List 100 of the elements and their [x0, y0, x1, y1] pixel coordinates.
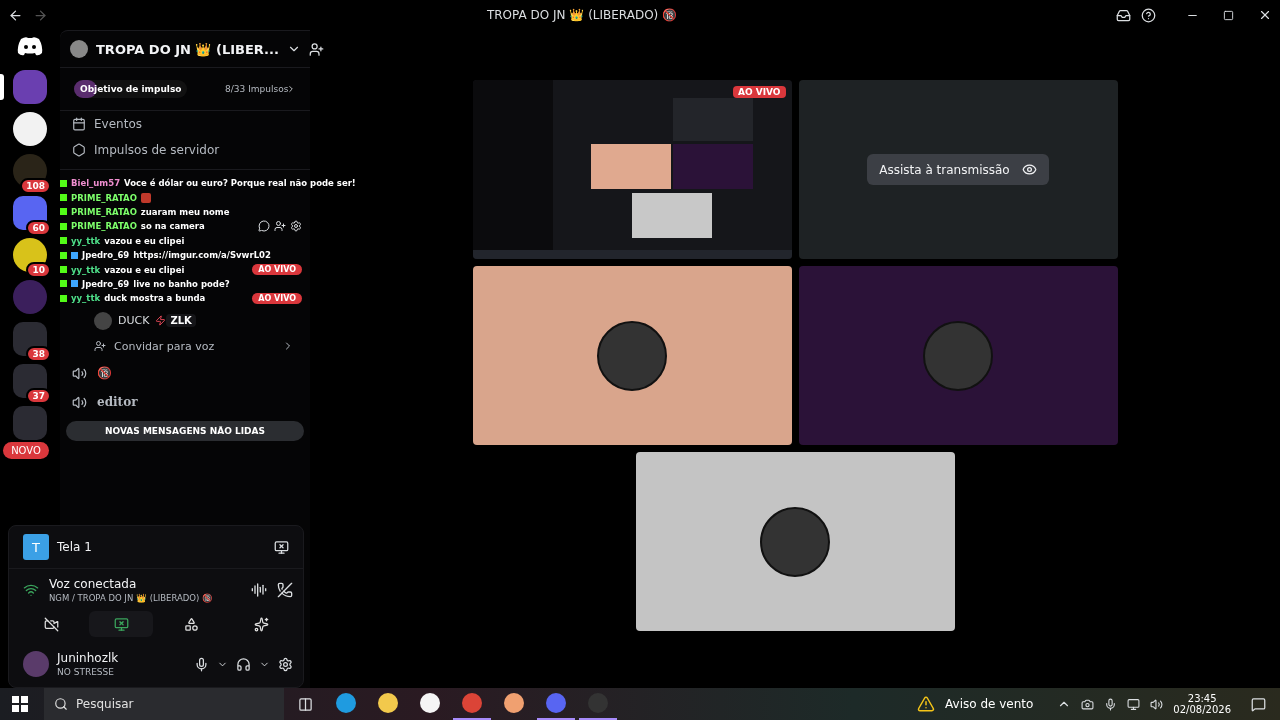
- participant-tile[interactable]: [798, 266, 1118, 445]
- selected-indicator: [0, 74, 4, 100]
- microphone-icon[interactable]: [194, 656, 209, 672]
- invite-to-voice[interactable]: Convidar para voz: [60, 333, 310, 359]
- unread-count: 10: [26, 262, 51, 278]
- watch-stream-button[interactable]: Assista à transmissão: [867, 154, 1049, 185]
- notifications-icon[interactable]: [1251, 696, 1266, 712]
- discord-icon: [546, 693, 566, 713]
- camera-icon[interactable]: [1081, 697, 1095, 711]
- back-icon[interactable]: [8, 7, 23, 23]
- headphones-icon[interactable]: [236, 656, 251, 672]
- participant-tile[interactable]: [635, 452, 955, 631]
- speaker-icon: [72, 394, 87, 410]
- soundboard-icon: [253, 616, 269, 632]
- stream-thumbnail: T: [23, 534, 49, 560]
- member-tag: ZLK: [166, 314, 196, 327]
- chrome-icon: [462, 693, 482, 713]
- menu-item[interactable]: Impulsos de servidor: [60, 137, 310, 163]
- boost-count[interactable]: 8/33 Impulsos: [225, 84, 289, 94]
- volume-icon[interactable]: [1150, 697, 1164, 711]
- voice-status: Voz conectada: [49, 577, 138, 591]
- stream-name: Tela 1: [57, 540, 93, 554]
- boost-icon: [72, 143, 86, 157]
- voice-channel[interactable]: editor: [60, 387, 310, 417]
- chat-username: yy_ttk: [71, 235, 101, 246]
- discord-logo-icon[interactable]: [17, 36, 43, 56]
- noise-suppression-icon[interactable]: [251, 582, 267, 598]
- chat-message: vazou e eu clipei: [104, 235, 186, 246]
- unread-banner[interactable]: NOVAS MENSAGENS NÃO LIDAS: [66, 420, 304, 441]
- warning-icon[interactable]: [917, 695, 936, 713]
- chevron-right-icon[interactable]: [286, 84, 296, 94]
- participant-tile[interactable]: [472, 266, 792, 445]
- add-user-icon: [94, 340, 106, 352]
- stop-stream-icon[interactable]: [274, 539, 289, 555]
- invite-icon[interactable]: [308, 41, 324, 57]
- folder-icon: [378, 693, 398, 713]
- activities-icon: [183, 616, 199, 632]
- unread-count: 38: [26, 346, 51, 362]
- chat-message: vazou e eu clipei: [104, 264, 186, 275]
- live-badge: AO VIVO: [732, 86, 786, 98]
- custom-status: NO STRESSE: [57, 667, 115, 677]
- stream-tile[interactable]: Assista à transmissão: [798, 80, 1118, 259]
- settings-icon[interactable]: [278, 656, 293, 672]
- chat-message: so na camera: [140, 221, 206, 232]
- screen-icon: [113, 616, 129, 632]
- server-icon: [70, 40, 88, 58]
- member-avatar: [94, 311, 112, 330]
- sword-badge-icon: [71, 251, 78, 259]
- member-name[interactable]: DUCK: [118, 314, 150, 327]
- forward-icon[interactable]: [33, 7, 48, 23]
- chat-username: Biel_um57: [71, 178, 121, 189]
- unread-count: 108: [20, 178, 51, 194]
- unread-count: 37: [26, 388, 51, 404]
- calendar-icon: [72, 117, 86, 131]
- microphone-icon[interactable]: [1104, 697, 1118, 711]
- camera-off-icon: [43, 616, 59, 632]
- sword-badge-icon: [71, 280, 78, 288]
- chat-message: live no banho pode?: [133, 278, 231, 289]
- chat-username: PRIME_RATAO: [71, 221, 137, 232]
- clock-date[interactable]: 02/08/2026: [1173, 704, 1231, 715]
- voice-channel-path[interactable]: NGM / TROPA DO JN 👑 (LIBERADO) 🔞: [49, 593, 241, 603]
- spiral-icon: [504, 693, 524, 713]
- speaker-icon: [72, 365, 87, 381]
- boost-goal-bar[interactable]: Objetivo de impulso: [74, 80, 188, 98]
- chat-username: yy_ttk: [71, 293, 101, 304]
- menu-item[interactable]: Eventos: [60, 111, 310, 137]
- disconnect-icon[interactable]: [277, 582, 293, 598]
- signal-icon[interactable]: [23, 582, 39, 598]
- help-icon[interactable]: [1141, 7, 1156, 23]
- unread-count: 60: [26, 220, 51, 236]
- screen-button[interactable]: [89, 611, 153, 637]
- chat-message: Voce é dólar ou euro? Porque real não pode ser!: [124, 178, 356, 189]
- chat-icon[interactable]: [258, 220, 270, 233]
- search-icon: [54, 697, 68, 711]
- chat-username: PRIME_RATAO: [71, 192, 137, 203]
- network-icon[interactable]: [1127, 697, 1141, 711]
- chat-username: yy_ttk: [71, 264, 101, 275]
- server-name[interactable]: TROPA DO JN 👑 (LIBER...: [96, 41, 279, 57]
- store-icon: [420, 693, 440, 713]
- weather-alert[interactable]: Aviso de vento: [945, 697, 1034, 711]
- clock-time[interactable]: 23:45: [1187, 693, 1217, 704]
- username: Juninhozlk: [57, 651, 120, 665]
- screen-share-tile[interactable]: AO VIVO: [472, 80, 792, 259]
- server-icon[interactable]: [13, 112, 47, 146]
- chat-message: https://imgur.com/a/SvwrL02: [133, 250, 272, 261]
- chat-message: duck mostra a bunda: [104, 293, 207, 304]
- chat-username: Jpedro_69: [82, 250, 130, 261]
- window-title: TROPA DO JN 👑 (LIBERADO) 🔞: [485, 8, 679, 22]
- live-badge: AO VIVO: [252, 292, 302, 304]
- new-pill[interactable]: NOVO: [3, 442, 49, 459]
- search-field[interactable]: Pesquisar: [44, 688, 284, 720]
- maximize-icon[interactable]: [1223, 9, 1234, 21]
- add-user-icon[interactable]: [274, 220, 286, 233]
- inbox-icon[interactable]: [1116, 7, 1131, 23]
- lightning-icon: [155, 315, 167, 326]
- live-badge: AO VIVO: [252, 264, 302, 276]
- close-icon[interactable]: [1258, 8, 1272, 22]
- chat-username: Jpedro_69: [82, 278, 130, 289]
- settings-icon[interactable]: [290, 220, 302, 233]
- emote-icon: [140, 192, 151, 203]
